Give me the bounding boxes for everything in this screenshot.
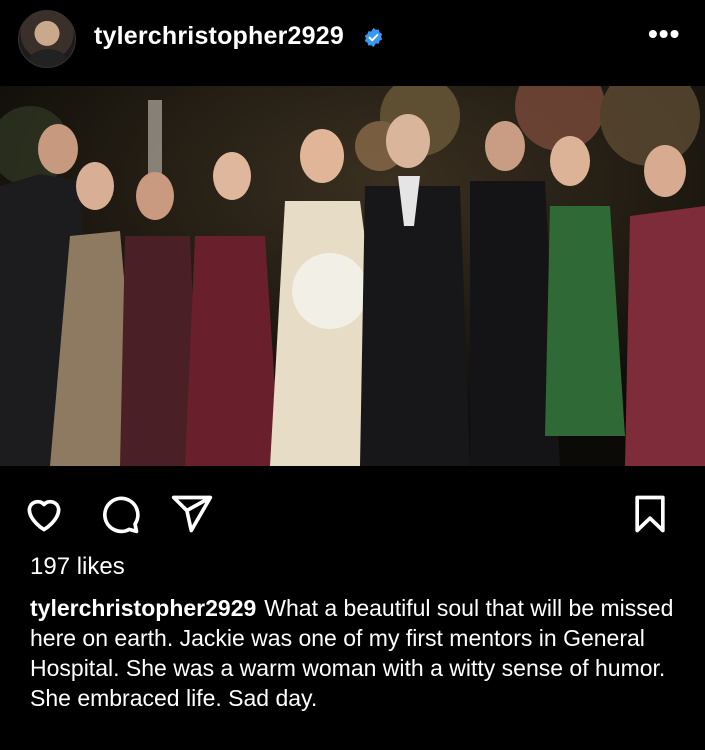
send-icon[interactable] xyxy=(170,492,214,536)
comment-icon[interactable] xyxy=(98,492,142,536)
post-caption: tylerchristopher2929 What a beautiful sou… xyxy=(30,593,690,713)
avatar[interactable] xyxy=(18,10,76,68)
post-username[interactable]: tylerchristopher2929 xyxy=(94,22,344,51)
likes-count[interactable]: 197 likes xyxy=(30,553,125,581)
bookmark-icon[interactable] xyxy=(628,492,672,536)
post-header: tylerchristopher2929 ••• xyxy=(0,0,705,82)
more-options-icon[interactable]: ••• xyxy=(648,20,680,48)
post-photo[interactable] xyxy=(0,86,705,466)
verified-badge-icon xyxy=(364,27,383,48)
heart-icon[interactable] xyxy=(22,492,66,536)
caption-username[interactable]: tylerchristopher2929 xyxy=(30,595,256,621)
action-bar xyxy=(0,486,705,542)
